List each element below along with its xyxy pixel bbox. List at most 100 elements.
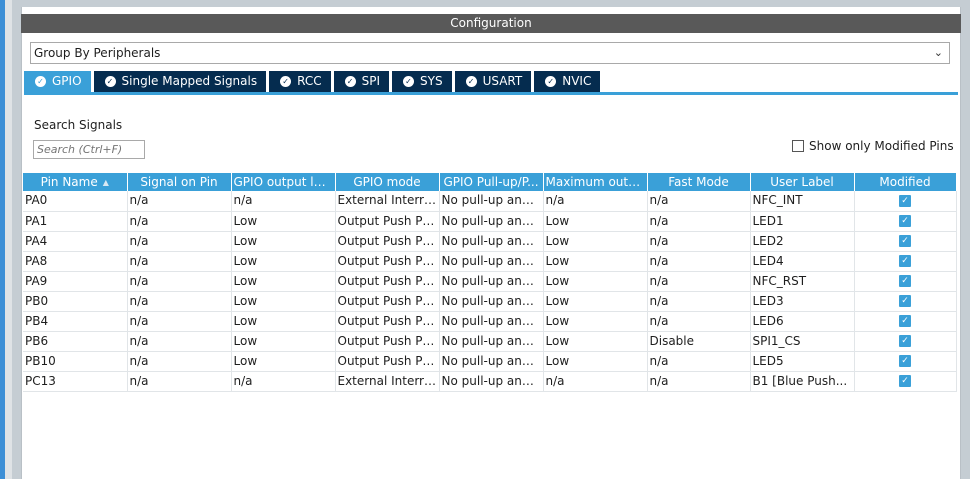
modified-cell: ✓ (854, 331, 957, 352)
top-strip (12, 0, 970, 7)
modified-checkbox[interactable]: ✓ (899, 275, 911, 287)
table-cell: No pull-up and ... (439, 211, 544, 232)
table-cell: n/a (647, 231, 751, 252)
table-cell: n/a (127, 331, 232, 352)
table-cell: LED3 (750, 291, 855, 312)
modified-checkbox[interactable]: ✓ (899, 375, 911, 387)
column-header[interactable]: User Label (750, 173, 855, 191)
table-cell: n/a (127, 251, 232, 272)
sort-ascending-icon[interactable]: ▲ (103, 174, 109, 191)
modified-cell: ✓ (854, 211, 957, 232)
tab-usart[interactable]: ✓ USART (454, 71, 532, 92)
modified-checkbox[interactable]: ✓ (899, 255, 911, 267)
column-header-label: User Label (770, 174, 834, 189)
table-cell: LED6 (750, 311, 855, 332)
table-row[interactable]: PB0 n/a Low Output Push Pull No pull-up and … (23, 291, 957, 312)
table-cell: n/a (647, 291, 751, 312)
check-circle-icon: ✓ (465, 76, 477, 87)
table-row[interactable]: PA8 n/a Low Output Push Pull No pull-up and … (23, 251, 957, 272)
column-header[interactable]: GPIO mode (335, 173, 440, 191)
table-row[interactable]: PA1 n/a Low Output Push Pull No pull-up and … (23, 211, 957, 232)
check-circle-icon: ✓ (35, 76, 46, 87)
column-header-label: GPIO mode (353, 174, 421, 189)
table-cell: PB10 (23, 351, 128, 372)
show-modified-toggle[interactable]: Show only Modified Pins (792, 139, 954, 153)
table-cell: External Interru... (335, 371, 440, 392)
table-cell: No pull-up and ... (439, 251, 544, 272)
table-cell: Low (543, 211, 648, 232)
column-header-label: GPIO output level (233, 174, 335, 189)
modified-checkbox[interactable]: ✓ (899, 295, 911, 307)
table-cell: External Interru... (335, 191, 440, 212)
modified-checkbox[interactable]: ✓ (899, 235, 911, 247)
modified-cell: ✓ (854, 351, 957, 372)
table-row[interactable]: PB10 n/a Low Output Push Pull No pull-up and… (23, 351, 957, 372)
chevron-down-icon: ⌄ (933, 46, 943, 59)
column-header-label: Pin Name (40, 174, 98, 189)
modified-checkbox[interactable]: ✓ (899, 215, 911, 227)
table-row[interactable]: PB6 n/a Low Output Push Pull No pull-up and … (23, 331, 957, 352)
table-cell: n/a (543, 371, 648, 392)
table-cell: Low (231, 251, 336, 272)
column-header-label: Fast Mode (668, 174, 729, 189)
table-cell: Output Push Pull (335, 271, 440, 292)
pin-table: Pin Name ▲ Signal on Pin GPIO output level G… (23, 173, 957, 392)
tab-spi[interactable]: ✓ SPI (333, 71, 390, 92)
table-row[interactable]: PA0 n/a n/a External Interru... No pull-up a… (23, 191, 957, 212)
group-by-select[interactable]: Group By Peripherals ⌄ (30, 42, 950, 64)
panel-title: Configuration (21, 14, 961, 33)
table-row[interactable]: PA4 n/a Low Output Push Pull No pull-up and … (23, 231, 957, 252)
table-cell: n/a (647, 371, 751, 392)
column-header[interactable]: GPIO Pull-up/P... (439, 173, 544, 191)
table-cell: n/a (127, 191, 232, 212)
table-cell: Output Push Pull (335, 231, 440, 252)
table-row[interactable]: PC13 n/a n/a External Interru... No pull-up … (23, 371, 957, 392)
column-header[interactable]: Pin Name ▲ (23, 173, 128, 191)
tab-single-mapped-signals[interactable]: ✓ Single Mapped Signals (93, 71, 267, 92)
table-row[interactable]: PA9 n/a Low Output Push Pull No pull-up and … (23, 271, 957, 292)
table-cell: n/a (127, 351, 232, 372)
table-cell: Low (231, 231, 336, 252)
tab-nvic[interactable]: ✓ NVIC (534, 71, 601, 92)
table-cell: No pull-up and ... (439, 291, 544, 312)
table-row[interactable]: PB4 n/a Low Output Push Pull No pull-up and … (23, 311, 957, 332)
table-cell: PA4 (23, 231, 128, 252)
tab-underline (24, 92, 958, 95)
tab-gpio[interactable]: ✓ GPIO (24, 71, 91, 92)
modified-checkbox[interactable]: ✓ (899, 355, 911, 367)
column-header[interactable]: Modified (854, 173, 957, 191)
table-cell: LED2 (750, 231, 855, 252)
column-header[interactable]: GPIO output level (231, 173, 336, 191)
table-cell: n/a (647, 251, 751, 272)
tab-label: RCC (297, 74, 322, 88)
check-circle-icon: ✓ (104, 76, 116, 87)
modified-checkbox[interactable]: ✓ (899, 315, 911, 327)
table-cell: n/a (647, 311, 751, 332)
column-header-label: Maximum outp... (545, 174, 647, 189)
search-input[interactable] (33, 140, 145, 159)
table-cell: n/a (127, 211, 232, 232)
modified-checkbox[interactable]: ✓ (899, 335, 911, 347)
show-modified-checkbox[interactable] (792, 140, 804, 152)
table-cell: Low (231, 331, 336, 352)
show-modified-label: Show only Modified Pins (809, 139, 954, 153)
search-signals-label: Search Signals (34, 118, 123, 132)
modified-cell: ✓ (854, 271, 957, 292)
table-cell: No pull-up and ... (439, 371, 544, 392)
tab-rcc[interactable]: ✓ RCC (269, 71, 331, 92)
right-edge (961, 0, 970, 479)
modified-checkbox[interactable]: ✓ (899, 194, 911, 207)
table-cell: Output Push Pull (335, 351, 440, 372)
table-cell: n/a (127, 371, 232, 392)
peripheral-tabs: ✓ GPIO ✓ Single Mapped Signals ✓ RCC ✓ SPI ✓ SYS ✓… (24, 71, 603, 92)
table-cell: Low (543, 351, 648, 372)
tab-label: Single Mapped Signals (121, 74, 258, 88)
tab-sys[interactable]: ✓ SYS (392, 71, 452, 92)
column-header[interactable]: Maximum outp... (543, 173, 648, 191)
column-header[interactable]: Fast Mode (647, 173, 751, 191)
table-cell: PB0 (23, 291, 128, 312)
column-header[interactable]: Signal on Pin (127, 173, 232, 191)
table-cell: Disable (647, 331, 751, 352)
left-gutter (5, 0, 12, 479)
table-cell: Output Push Pull (335, 211, 440, 232)
